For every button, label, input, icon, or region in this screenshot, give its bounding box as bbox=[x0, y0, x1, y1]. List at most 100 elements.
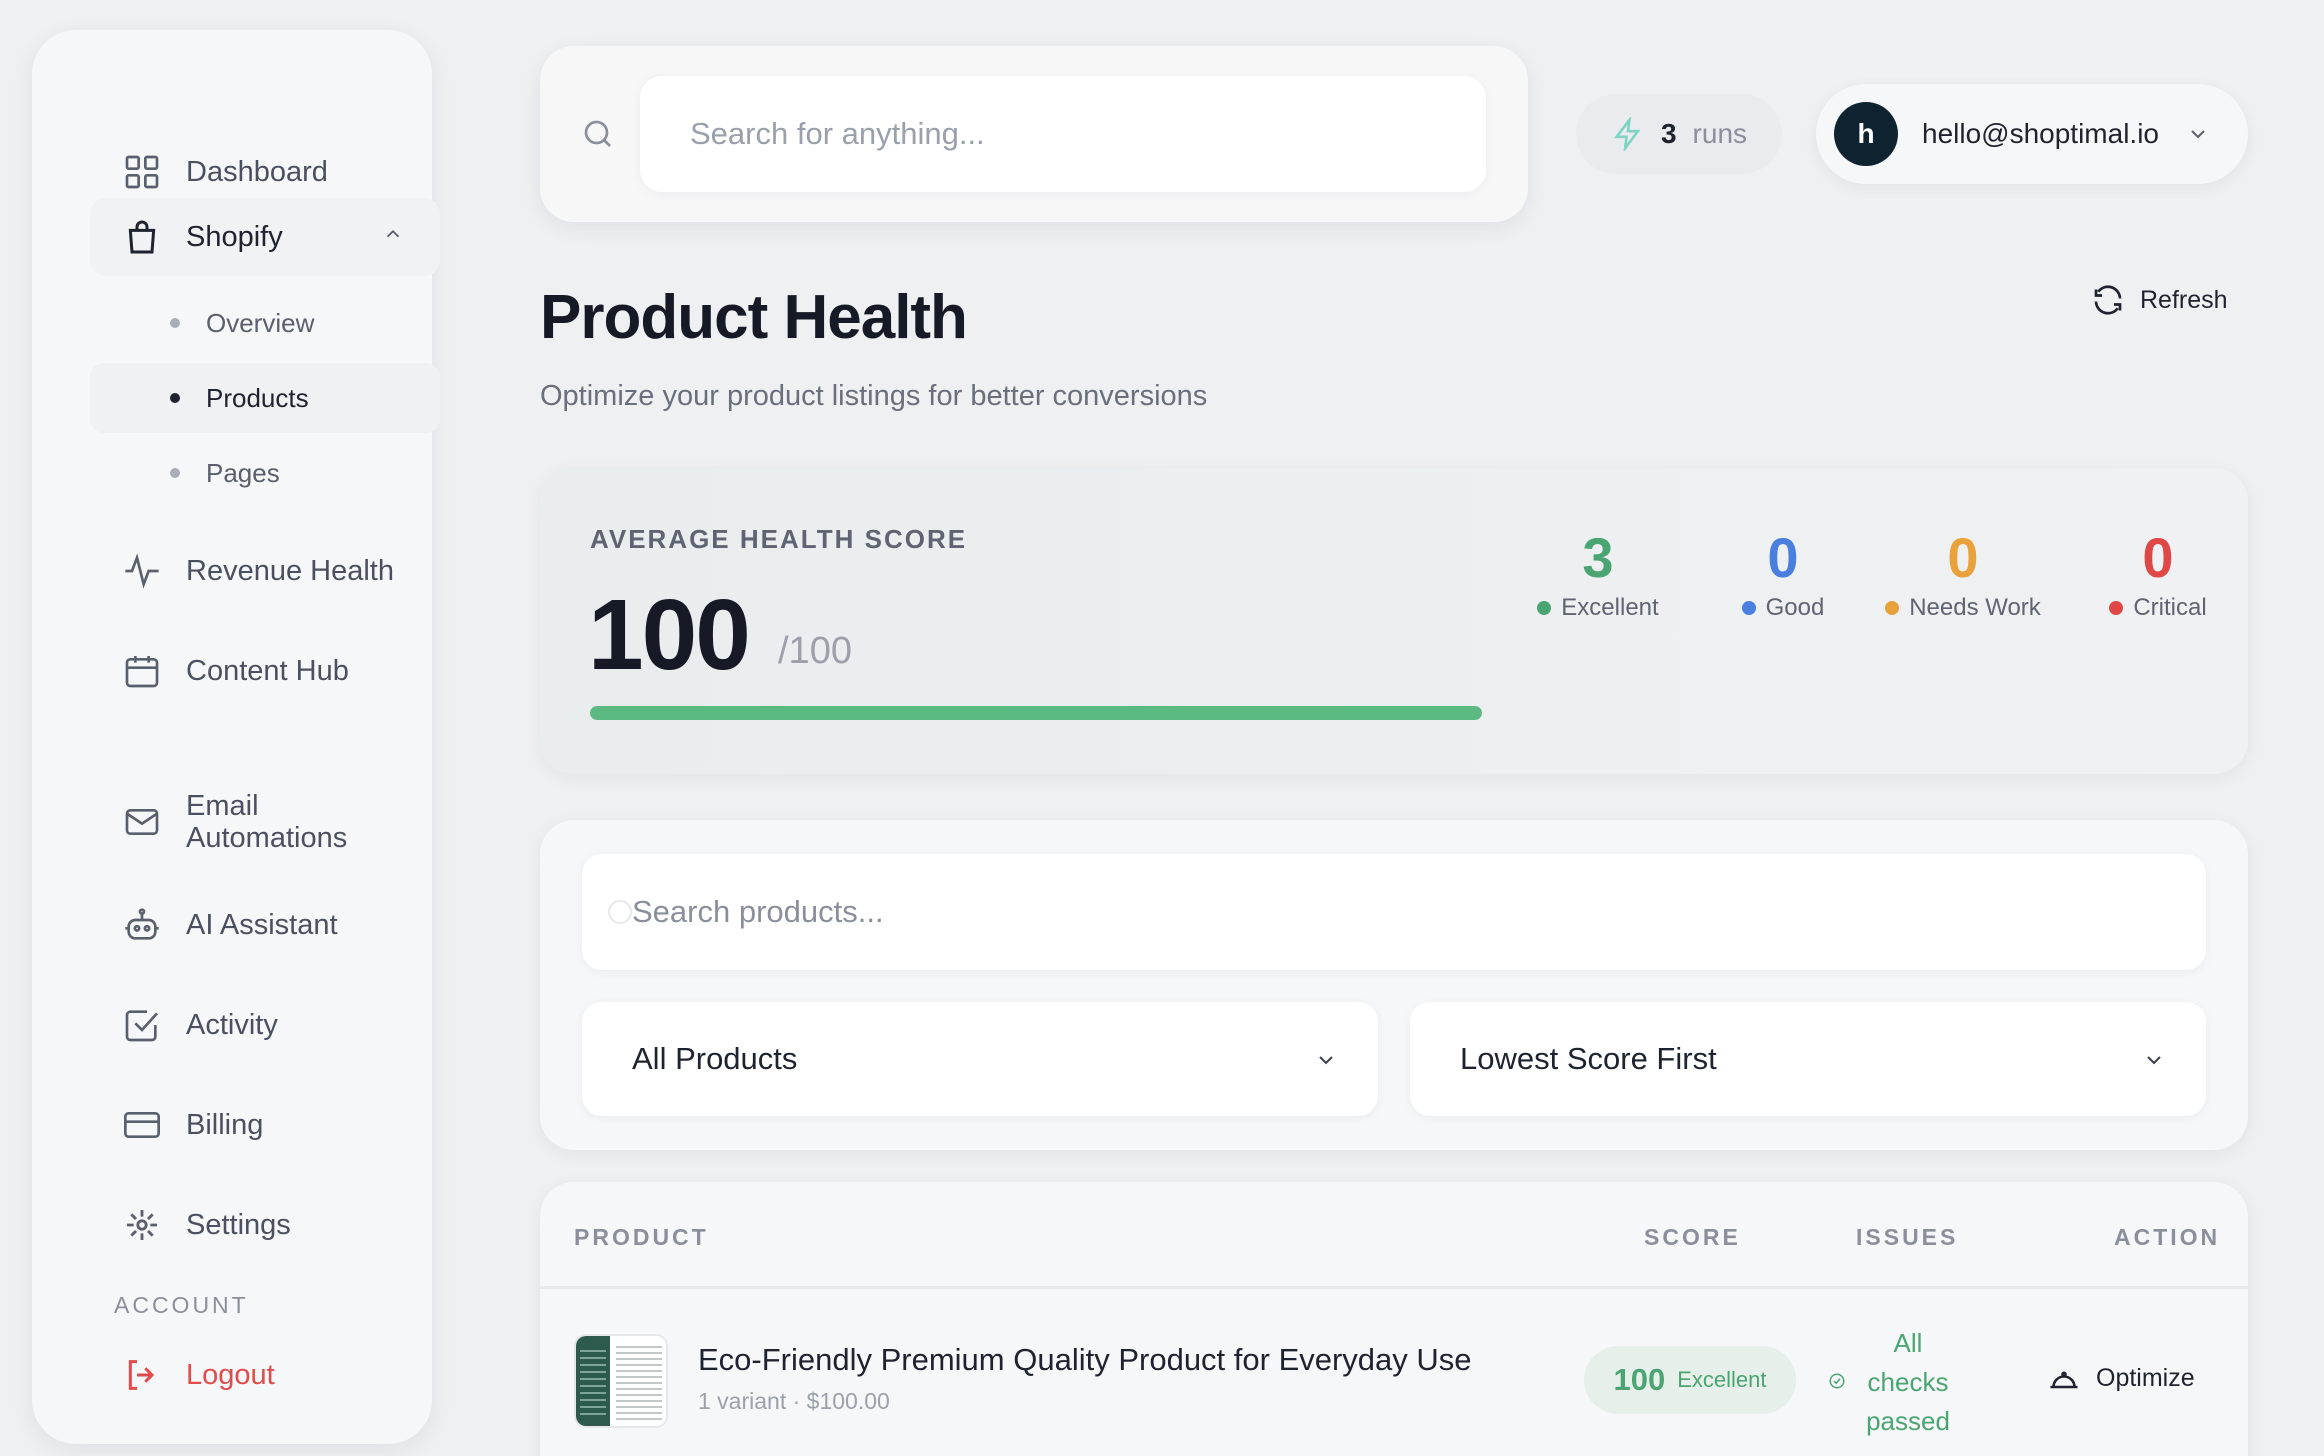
shopping-bag-icon bbox=[122, 217, 162, 257]
cloche-icon bbox=[2050, 1371, 2078, 1389]
refresh-icon bbox=[2094, 285, 2122, 315]
stat-good: 0 Good bbox=[1708, 526, 1858, 622]
sidebar-item-label: Content Hub bbox=[186, 655, 349, 687]
user-email: hello@shoptimal.io bbox=[1922, 118, 2159, 149]
account-section-label: ACCOUNT bbox=[114, 1292, 249, 1318]
column-header-product[interactable]: PRODUCT bbox=[574, 1224, 709, 1251]
gear-icon bbox=[122, 1205, 162, 1245]
sidebar-item-label: Shopify bbox=[186, 221, 283, 253]
sidebar-item-label: Email Automations bbox=[186, 790, 348, 854]
product-search-input[interactable] bbox=[632, 854, 2192, 970]
bullet-dot bbox=[170, 468, 180, 478]
legend-dot bbox=[1537, 601, 1552, 615]
logout-icon bbox=[122, 1355, 162, 1395]
search-icon bbox=[608, 900, 632, 924]
sidebar-item-content-hub[interactable]: Content Hub bbox=[90, 634, 440, 708]
sidebar-item-billing[interactable]: Billing bbox=[90, 1088, 440, 1162]
score-badge-value: 100 bbox=[1613, 1362, 1666, 1397]
header-divider bbox=[540, 1286, 2248, 1289]
search-icon bbox=[584, 120, 611, 147]
user-menu[interactable]: h hello@shoptimal.io bbox=[1816, 84, 2248, 184]
sidebar-item-label: Settings bbox=[186, 1209, 291, 1241]
check-circle-icon bbox=[1829, 1373, 1845, 1389]
robot-icon bbox=[122, 905, 162, 945]
products-table: PRODUCT SCORE ISSUES ACTION Eco-Friendly… bbox=[540, 1182, 2248, 1456]
sort-select[interactable]: Lowest Score First bbox=[1410, 1002, 2206, 1116]
bullet-dot bbox=[170, 393, 180, 403]
sidebar-item-activity[interactable]: Activity bbox=[90, 988, 440, 1062]
optimize-button[interactable]: Optimize bbox=[2046, 1360, 2195, 1396]
score-progress-fill bbox=[590, 706, 1482, 720]
sort-select-value: Lowest Score First bbox=[1460, 1041, 1717, 1076]
product-thumbnail bbox=[574, 1334, 668, 1428]
avatar: h bbox=[1834, 102, 1898, 166]
product-search-field bbox=[582, 854, 2206, 970]
sidebar-item-shopify[interactable]: Shopify bbox=[90, 198, 440, 276]
sidebar-item-ai-assistant[interactable]: AI Assistant bbox=[90, 888, 440, 962]
sidebar-subitem-label: Overview bbox=[206, 307, 315, 338]
stat-critical: 0 Critical bbox=[2088, 526, 2228, 622]
runs-label: runs bbox=[1692, 118, 1748, 149]
sidebar-item-label: Dashboard bbox=[186, 156, 328, 188]
chevron-down-icon bbox=[2147, 1056, 2161, 1065]
sidebar-subitem-overview[interactable]: Overview bbox=[90, 288, 440, 358]
sidebar-subitem-pages[interactable]: Pages bbox=[90, 438, 440, 508]
credit-card-icon bbox=[122, 1105, 162, 1145]
stat-label: Critical bbox=[2133, 594, 2207, 621]
sidebar-item-settings[interactable]: Settings bbox=[90, 1188, 440, 1262]
sidebar-item-label: Billing bbox=[186, 1109, 264, 1141]
runs-count: 3 bbox=[1660, 118, 1677, 149]
product-meta: 1 variant · $100.00 bbox=[698, 1388, 890, 1414]
legend-dot bbox=[1741, 601, 1756, 615]
calendar-icon bbox=[122, 651, 162, 691]
category-select[interactable]: All Products bbox=[582, 1002, 1378, 1116]
sidebar-item-label: AI Assistant bbox=[186, 909, 338, 941]
activity-icon bbox=[122, 551, 162, 591]
filters-card: All Products Lowest Score First bbox=[540, 820, 2248, 1150]
column-header-issues[interactable]: ISSUES bbox=[1856, 1224, 1958, 1251]
page-subtitle: Optimize your product listings for bette… bbox=[540, 380, 1208, 412]
stat-label: Good bbox=[1765, 594, 1825, 621]
grid-icon bbox=[122, 152, 162, 192]
stat-label: Needs Work bbox=[1909, 594, 2041, 621]
bullet-dot bbox=[170, 318, 180, 328]
score-progress-bar bbox=[590, 706, 1482, 720]
logout-label: Logout bbox=[186, 1359, 275, 1391]
logout-button[interactable]: Logout bbox=[90, 1338, 440, 1412]
page-title: Product Health bbox=[540, 283, 968, 352]
chevron-down-icon bbox=[1319, 1056, 1333, 1065]
mail-icon bbox=[122, 802, 162, 842]
score-label: AVERAGE HEALTH SCORE bbox=[590, 524, 968, 554]
sidebar-subitem-products[interactable]: Products bbox=[90, 363, 440, 433]
optimize-label: Optimize bbox=[2096, 1363, 2195, 1392]
lightning-icon bbox=[1614, 117, 1641, 151]
refresh-label: Refresh bbox=[2140, 285, 2228, 314]
sidebar-item-revenue-health[interactable]: Revenue Health bbox=[90, 534, 440, 608]
column-header-score[interactable]: SCORE bbox=[1644, 1224, 1741, 1251]
stat-value: 0 bbox=[1947, 526, 1979, 589]
runs-counter[interactable]: 3 runs bbox=[1576, 94, 1782, 174]
chevron-up-icon bbox=[386, 229, 400, 238]
stat-needs-work: 0 Needs Work bbox=[1858, 526, 2068, 622]
average-health-score-card: AVERAGE HEALTH SCORE 100 /100 3 Excellen… bbox=[540, 468, 2248, 774]
score-value: 100 bbox=[588, 579, 751, 691]
check-square-icon bbox=[122, 1005, 162, 1045]
stat-value: 0 bbox=[1767, 526, 1799, 589]
stat-excellent: 3 Excellent bbox=[1528, 526, 1668, 622]
stat-label: Excellent bbox=[1561, 594, 1659, 621]
score-badge-label: Excellent bbox=[1677, 1367, 1767, 1392]
refresh-button[interactable]: Refresh bbox=[2090, 280, 2228, 320]
product-name[interactable]: Eco-Friendly Premium Quality Product for… bbox=[698, 1342, 1472, 1378]
sidebar-item-label: Revenue Health bbox=[186, 555, 394, 587]
sidebar: Dashboard Shopify Overview Products Page… bbox=[32, 30, 440, 1444]
sidebar-item-label: Activity bbox=[186, 1009, 278, 1041]
sidebar-subitem-label: Products bbox=[206, 382, 309, 413]
global-search-input[interactable] bbox=[640, 76, 1486, 192]
issues-status: All checks passed bbox=[1866, 1328, 1950, 1436]
column-header-action[interactable]: ACTION bbox=[2114, 1224, 2220, 1251]
legend-dot bbox=[1885, 601, 1900, 615]
score-max: /100 bbox=[778, 630, 852, 672]
sidebar-item-email-automations[interactable]: Email Automations bbox=[90, 776, 440, 868]
stat-value: 3 bbox=[1582, 526, 1614, 589]
chevron-down-icon bbox=[2191, 130, 2205, 139]
